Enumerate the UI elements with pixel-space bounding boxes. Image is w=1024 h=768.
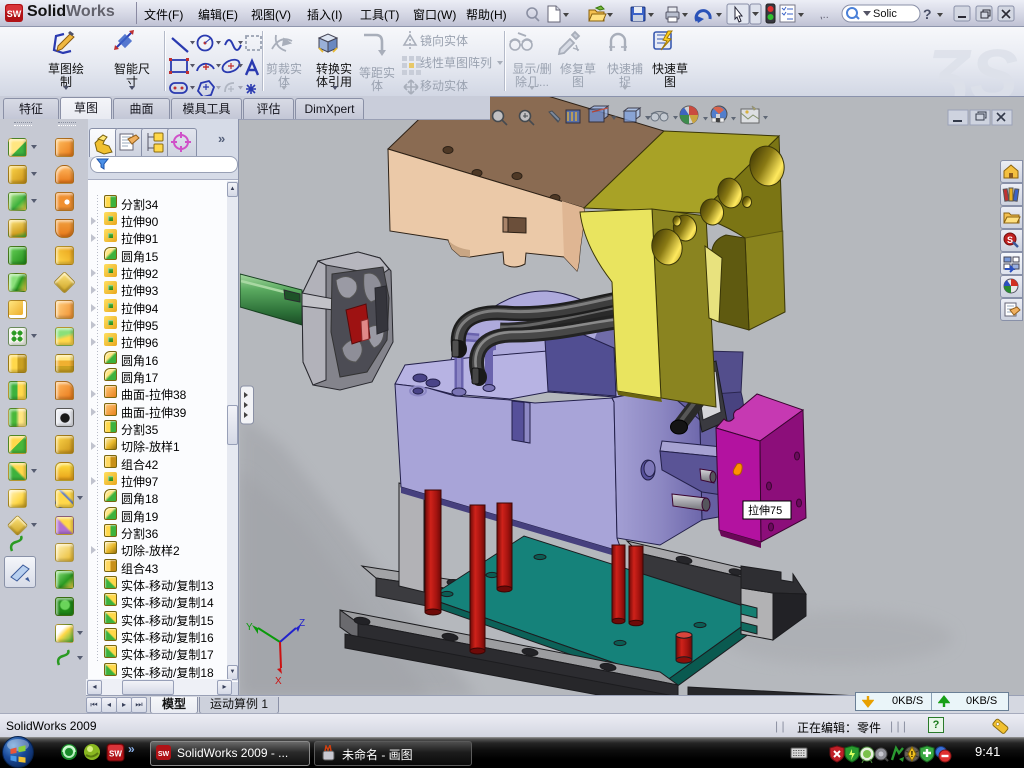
svg-text:?: ?: [923, 6, 932, 22]
svg-text:⹁..: ⹁..: [820, 9, 829, 21]
svg-text:拉伸75: 拉伸75: [748, 503, 782, 517]
svg-text:»: »: [128, 742, 135, 756]
svg-text:Z: Z: [299, 618, 305, 629]
svg-text:!: !: [911, 750, 914, 759]
svg-text:S: S: [1007, 235, 1013, 245]
svg-text:Y: Y: [246, 622, 253, 633]
svg-text:SW: SW: [7, 9, 22, 19]
svg-text:Solic: Solic: [873, 8, 897, 20]
svg-text:X: X: [275, 676, 282, 687]
svg-text:SW: SW: [109, 750, 122, 759]
svg-text:SW: SW: [158, 751, 170, 758]
